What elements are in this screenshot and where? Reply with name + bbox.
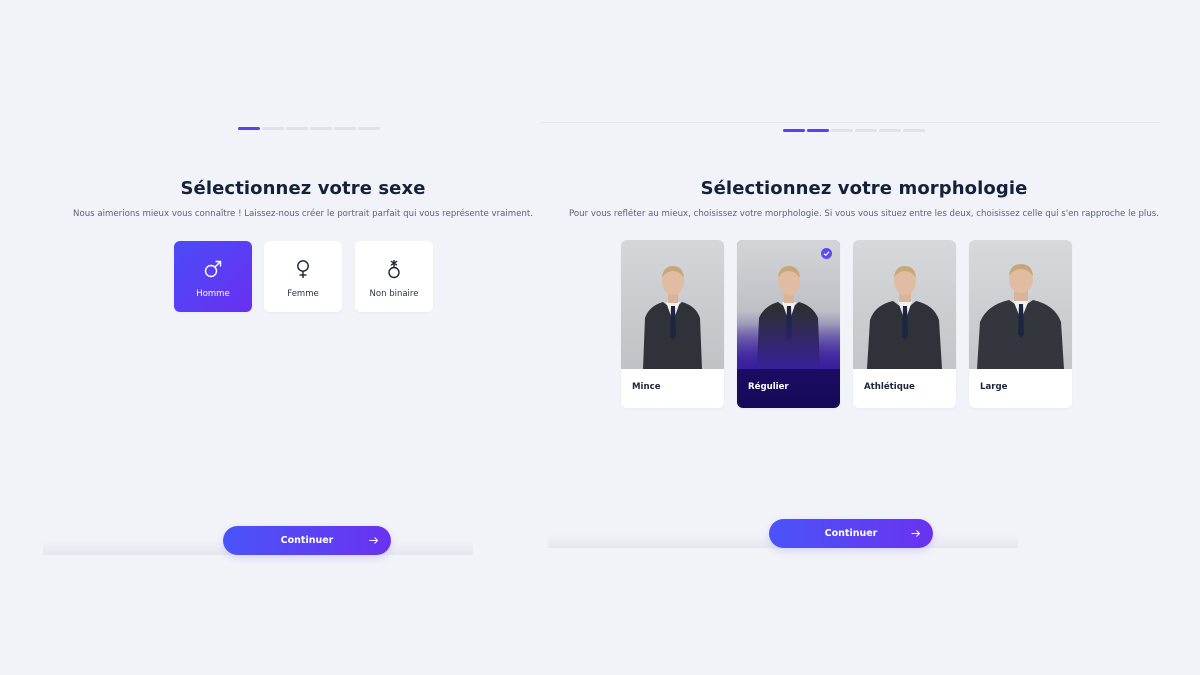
page-title: Sélectionnez votre sexe <box>180 178 426 199</box>
portrait-image <box>737 240 840 369</box>
gender-option-label: Non binaire <box>369 289 419 299</box>
gender-option-label: Homme <box>196 289 230 299</box>
page-subtitle: Pour vous refléter au mieux, choisissez … <box>569 209 1159 219</box>
portrait-image <box>969 240 1072 369</box>
portrait-image <box>853 240 956 369</box>
progress-segment <box>358 127 380 130</box>
gender-option-homme[interactable]: Homme <box>174 241 252 312</box>
morphology-option-label: Large <box>980 382 1008 392</box>
progress-segment <box>262 127 284 130</box>
female-icon <box>297 260 309 278</box>
gender-step-panel: Sélectionnez votre sexe Nous aimerions m… <box>0 0 560 675</box>
progress-segment <box>334 127 356 130</box>
selected-check-icon <box>821 248 832 259</box>
continue-button[interactable]: Continuer <box>769 519 933 548</box>
divider <box>540 122 1160 123</box>
continue-button-label: Continuer <box>280 535 334 546</box>
arrow-right-icon <box>911 530 921 537</box>
continue-button[interactable]: Continuer <box>223 526 391 555</box>
step-progress-bar <box>238 127 380 130</box>
progress-segment <box>783 129 805 132</box>
progress-segment <box>903 129 925 132</box>
progress-segment <box>807 129 829 132</box>
progress-segment <box>855 129 877 132</box>
morphology-option-athletique[interactable]: Athlétique <box>853 240 956 408</box>
progress-segment <box>238 127 260 130</box>
morphology-option-large[interactable]: Large <box>969 240 1072 408</box>
morphology-option-regulier[interactable]: Régulier <box>737 240 840 408</box>
gender-option-femme[interactable]: Femme <box>264 241 342 312</box>
page-title: Sélectionnez votre morphologie <box>700 178 1028 199</box>
arrow-right-icon <box>369 537 379 544</box>
morphology-option-mince[interactable]: Mince <box>621 240 724 408</box>
progress-segment <box>286 127 308 130</box>
gender-option-label: Femme <box>287 289 319 299</box>
step-progress-bar <box>783 129 925 132</box>
page-subtitle: Nous aimerions mieux vous connaître ! La… <box>73 209 533 219</box>
progress-segment <box>831 129 853 132</box>
nonbinary-icon <box>388 260 400 279</box>
male-icon <box>204 260 222 278</box>
morphology-option-label: Mince <box>632 382 661 392</box>
progress-segment <box>879 129 901 132</box>
morphology-option-label: Régulier <box>748 382 789 392</box>
morphology-step-panel: Sélectionnez votre morphologie Pour vous… <box>540 0 1200 675</box>
morphology-option-label: Athlétique <box>864 382 915 392</box>
portrait-image <box>621 240 724 369</box>
progress-segment <box>310 127 332 130</box>
gender-option-non-binaire[interactable]: Non binaire <box>355 241 433 312</box>
continue-button-label: Continuer <box>824 528 878 539</box>
